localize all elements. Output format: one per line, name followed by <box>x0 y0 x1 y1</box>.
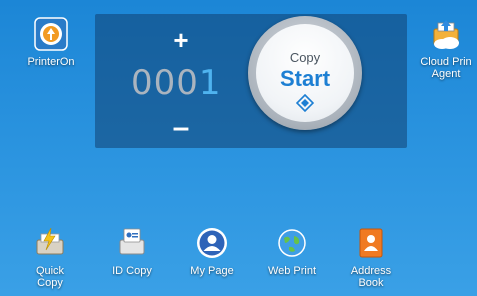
dock-item-web-print[interactable]: Web Print <box>264 226 320 277</box>
printeron-icon <box>34 17 68 54</box>
dock-item-quick-copy[interactable]: Quick Copy <box>26 226 74 289</box>
quick-copy-label-line1: Quick <box>35 265 65 277</box>
dock-item-id-copy[interactable]: ID Copy <box>107 226 157 277</box>
copy-count-digit: 0 <box>176 63 199 103</box>
copy-count-digit: 0 <box>131 63 154 103</box>
id-copy-icon <box>115 226 149 263</box>
increase-count-button[interactable]: + <box>166 26 196 54</box>
copy-count-digit-active: 1 <box>198 63 222 103</box>
copy-count-digit: 0 <box>153 63 177 103</box>
cloud-print-label-line1: Cloud Prin <box>420 56 472 68</box>
copy-start-top-label: Copy <box>289 50 321 65</box>
my-page-label: My Page <box>190 265 234 277</box>
copy-start-button[interactable]: Copy Start <box>248 16 362 130</box>
printeron-app[interactable]: PrinterOn <box>26 17 76 68</box>
copy-start-label: Start <box>279 66 331 91</box>
web-print-label: Web Print <box>267 265 317 277</box>
copy-panel: + 0001 – Copy Start <box>95 14 407 148</box>
cloud-print-agent-app[interactable]: Cloud Prin Agent <box>418 17 474 80</box>
web-print-icon <box>275 226 309 263</box>
address-book-label-line1: Address <box>350 265 392 277</box>
address-book-label-line2: Book <box>358 277 384 289</box>
copy-start-face: Copy Start <box>256 24 354 122</box>
dock-item-address-book[interactable]: Address Book <box>346 226 396 289</box>
address-book-icon <box>354 226 388 263</box>
quick-copy-label-line2: Copy <box>37 277 63 289</box>
my-page-icon <box>195 226 229 263</box>
quick-copy-icon <box>33 226 67 263</box>
start-diamond-icon <box>295 93 315 117</box>
dock-item-my-page[interactable]: My Page <box>186 226 238 277</box>
printeron-label: PrinterOn <box>27 56 75 68</box>
cloud-print-label-line2: Agent <box>431 68 461 80</box>
decrease-count-button[interactable]: – <box>166 113 196 143</box>
cloud-print-icon <box>428 17 464 54</box>
copy-count: 0001 <box>131 64 222 102</box>
id-copy-label: ID Copy <box>112 265 152 277</box>
